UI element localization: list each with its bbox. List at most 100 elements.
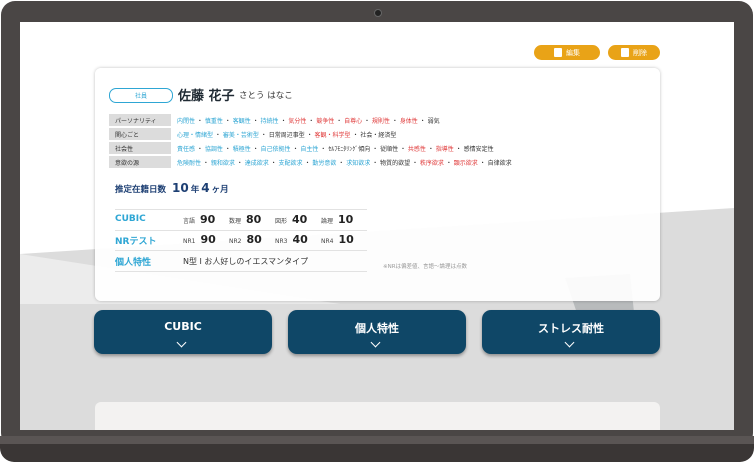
trait-tag: 自己依拠性 (260, 145, 291, 153)
tag-separator: ・ (425, 145, 436, 153)
tag-separator: ・ (334, 117, 345, 125)
tag-separator: ・ (389, 117, 400, 125)
tag-separator: ・ (362, 117, 372, 125)
tag-values: 責任感 ・ 協調性 ・ 積極性 ・ 自己依拠性 ・ 自主性 ・ ｾﾙﾌﾓﾆﾀﾘﾝ… (177, 144, 494, 153)
trait-tag: 審美・芸術型 (222, 131, 259, 139)
tag-separator: ・ (398, 145, 408, 153)
nr-item: NR1 90 (183, 233, 216, 246)
trait-tag: 支配欲求 (278, 159, 303, 167)
trait-tag: 自律欲求 (487, 159, 512, 167)
trait-tag: 協調性 (204, 145, 223, 153)
trait-tag: 達成欲求 (244, 159, 269, 167)
trait-value: N型 I お人好しのイエスマンタイプ (183, 257, 309, 266)
score-label: 図形 (275, 218, 288, 225)
accordion-personal-traits[interactable]: 個人特性 (288, 310, 466, 354)
accordion-label: 個人特性 (355, 322, 399, 335)
cubic-item: 論理 10 (321, 213, 353, 226)
trait-tag: 秩序欲求 (419, 159, 444, 167)
trait-tag: 内閉性 (177, 117, 196, 125)
trait-tag: 従順性 (380, 145, 399, 153)
nr-title: NRテスト (115, 237, 157, 247)
score-label: NR4 (321, 238, 334, 245)
employee-card: 社員 佐藤 花子 さとう はなこ パーソナリティ 内閉性 ・ 慎重性 ・ 客観性… (95, 68, 660, 301)
score-note: ※NRは偏差値、言語〜論理は点数 (383, 264, 468, 270)
score-value: 10 (338, 213, 354, 226)
trait-tag: 社会・経済型 (360, 131, 397, 139)
tenure-years: 10 (172, 181, 189, 195)
accordion-label: ストレス耐性 (538, 322, 604, 335)
score-label: 論理 (321, 218, 334, 225)
trash-icon (621, 48, 629, 57)
trait-tag: 自主性 (300, 145, 319, 153)
tag-values: 内閉性 ・ 慎重性 ・ 客観性 ・ 持続性 ・ 気分性 ・ 競争性 ・ 自尊心 … (177, 116, 440, 125)
trait-tag: 自尊心 (344, 117, 363, 125)
tag-row-interests: 関心ごと 心理・情緒型 ・ 審美・芸術型 ・ 日常周辺事型 ・ 客観・科学型 ・… (109, 128, 396, 140)
tag-separator: ・ (453, 145, 464, 153)
chevron-down-icon (370, 337, 381, 348)
score-value: 80 (246, 233, 262, 246)
trait-tag: 日常周辺事型 (268, 131, 305, 139)
cubic-item: 言語 90 (183, 213, 215, 226)
tag-separator: ・ (410, 159, 420, 167)
tag-separator: ・ (250, 117, 261, 125)
trait-tag: 弱気 (427, 117, 440, 125)
chevron-down-icon (564, 337, 575, 348)
delete-button[interactable]: 削除 (608, 45, 660, 60)
trait-tag: 親和欲求 (210, 159, 235, 167)
accordion-stress-tolerance[interactable]: ストレス耐性 (482, 310, 660, 354)
edit-button[interactable]: 編集 (534, 45, 600, 60)
tag-separator: ・ (443, 159, 454, 167)
trait-tag: 心理・情緒型 (177, 131, 214, 139)
trait-title: 個人特性 (115, 258, 152, 268)
tag-separator: ・ (222, 145, 233, 153)
tenure-years-unit: 年 (190, 185, 200, 195)
score-value: 90 (200, 233, 216, 246)
nr-item: NR3 40 (275, 233, 308, 246)
tag-separator: ・ (258, 131, 269, 139)
employee-type-badge: 社員 (109, 88, 173, 103)
accordion-cubic[interactable]: CUBIC (94, 310, 272, 354)
tag-separator: ・ (278, 117, 289, 125)
tag-separator: ・ (417, 117, 428, 125)
trait-tag: 危険耐性 (177, 159, 202, 167)
score-value: 80 (246, 213, 262, 226)
tag-separator: ・ (304, 131, 315, 139)
edit-button-label: 編集 (566, 48, 580, 57)
cubic-title: CUBIC (115, 214, 146, 224)
nr-item: NR2 80 (229, 233, 262, 246)
tag-separator: ・ (477, 159, 488, 167)
score-label: NR3 (275, 238, 288, 245)
tag-separator: ・ (302, 159, 313, 167)
tag-separator: ・ (268, 159, 279, 167)
trait-tag: 身体性 (399, 117, 418, 125)
tag-separator: ・ (336, 159, 347, 167)
trait-tag: 物質的欲望 (380, 159, 411, 167)
score-value: 90 (200, 213, 216, 226)
chevron-down-icon (176, 337, 187, 348)
app-screen: 編集 削除 社員 佐藤 花子 さとう はなこ パーソナリティ 内閉性 ・ 慎重性… (20, 22, 734, 430)
tag-label: 関心ごと (109, 128, 171, 140)
tag-separator: ・ (201, 159, 211, 167)
cubic-item: 数理 80 (229, 213, 261, 226)
camera-icon (374, 9, 382, 17)
score-label: NR1 (183, 238, 196, 245)
trait-tag: 気分性 (288, 117, 307, 125)
cubic-item: 図形 40 (275, 213, 307, 226)
tag-label: 意欲の源 (109, 156, 171, 168)
score-value: 40 (292, 233, 308, 246)
score-label: NR2 (229, 238, 242, 245)
laptop-frame: 編集 削除 社員 佐藤 花子 さとう はなこ パーソナリティ 内閉性 ・ 慎重性… (0, 0, 754, 462)
tenure-months: 4 (201, 181, 210, 195)
employee-kana: さとう はなこ (239, 91, 293, 101)
score-value: 40 (292, 213, 308, 226)
trait-tag: 競争性 (316, 117, 335, 125)
trait-tag: 慎重性 (204, 117, 223, 125)
tag-separator: ・ (370, 159, 381, 167)
trait-tag: 共感性 (407, 145, 426, 153)
tag-separator: ・ (350, 131, 361, 139)
tag-row-motivation: 意欲の源 危険耐性 ・ 親和欲求 ・ 達成欲求 ・ 支配欲求 ・ 勤労意欲 ・ … (109, 156, 512, 168)
trait-tag: 客観・科学型 (314, 131, 351, 139)
employee-name: 佐藤 花子 (178, 89, 235, 104)
tenure-label: 推定在籍日数 (115, 185, 167, 195)
tag-separator: ・ (195, 145, 205, 153)
